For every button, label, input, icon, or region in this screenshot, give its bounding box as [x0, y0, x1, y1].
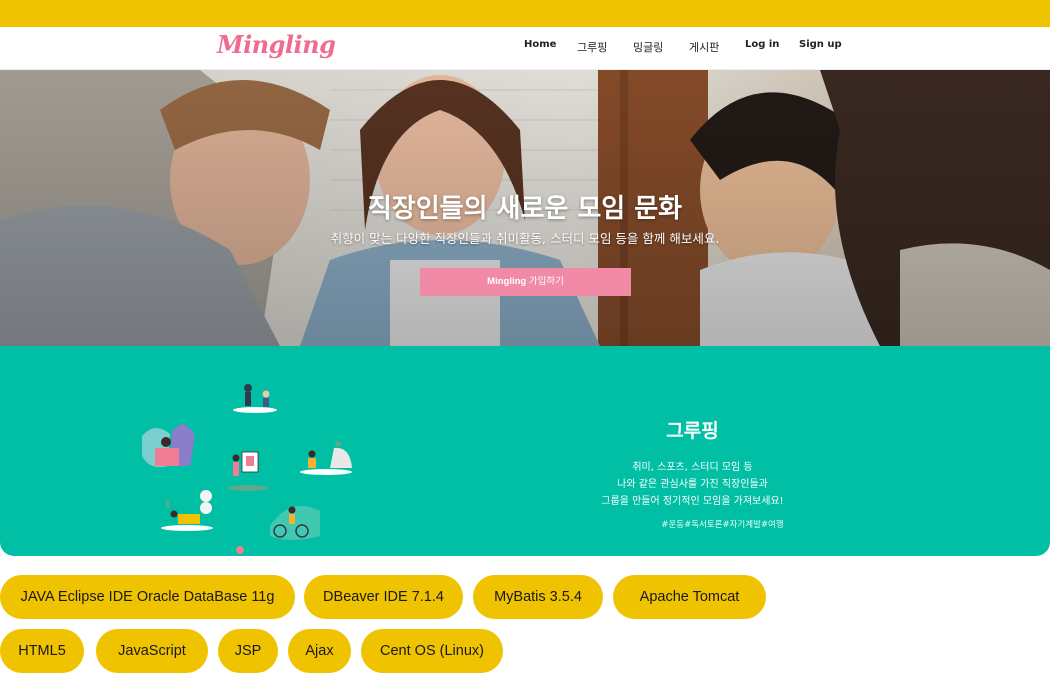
- tech-badge: MyBatis 3.5.4: [473, 575, 603, 619]
- camping-icon: [300, 441, 352, 475]
- grouping-desc-line-2: 나와 같은 관심사를 가진 직장인들과: [617, 479, 768, 490]
- hero-title: 직장인들의 새로운 모임 문화: [367, 194, 683, 224]
- picnic-icon: [161, 490, 213, 531]
- tech-badge: Ajax: [288, 629, 351, 673]
- cta-brand: Mingling: [487, 276, 527, 287]
- top-accent-strip: [0, 0, 1050, 27]
- navbar: Mingling Home 그루핑 밍글링 게시판 Log in Sign up: [0, 27, 1050, 70]
- pin-icon: [236, 546, 244, 554]
- cycling-icon: [270, 506, 320, 540]
- tech-badge: JAVA Eclipse IDE Oracle DataBase 11g: [0, 575, 295, 619]
- cta-label: 가입하기: [528, 276, 564, 287]
- tech-badge: DBeaver IDE 7.1.4: [304, 575, 463, 619]
- painting-person-icon: [228, 451, 268, 491]
- grouping-desc-line-3: 그룹을 만들어 정기적인 모임을 가져보세요!: [601, 496, 784, 507]
- tech-badge: Cent OS (Linux): [361, 629, 503, 673]
- tech-badge: JSP: [218, 629, 278, 673]
- hero-banner: 직장인들의 새로운 모임 문화 취향이 맞는 다양한 직장인들과 취미활동, 스…: [0, 70, 1050, 346]
- hero-subtitle: 취향이 맞는 다양한 직장인들과 취미활동, 스터디 모임 등을 함께 해보세요…: [330, 231, 720, 246]
- grouping-illustration: [142, 384, 352, 554]
- grouping-title: 그루핑: [666, 420, 719, 442]
- tech-badge: JavaScript: [96, 629, 208, 673]
- nav-login[interactable]: Log in: [745, 39, 779, 50]
- grouping-section: 그루핑 취미, 스포츠, 스터디 모임 등 나와 같은 관심사를 가진 직장인들…: [0, 346, 1050, 556]
- nav-board[interactable]: 게시판: [689, 39, 719, 55]
- grouping-desc-line-1: 취미, 스포츠, 스터디 모임 등: [632, 462, 753, 473]
- signup-cta-button[interactable]: Mingling 가입하기: [420, 268, 631, 296]
- chess-figure-icon: [233, 384, 277, 413]
- tech-badge: HTML5: [0, 629, 84, 673]
- nav-home[interactable]: Home: [524, 39, 556, 50]
- nav-grouping[interactable]: 그루핑: [577, 39, 607, 55]
- reading-person-icon: [142, 424, 195, 468]
- nav-links: Home 그루핑 밍글링 게시판 Log in Sign up: [0, 39, 1050, 59]
- nav-mingling[interactable]: 밍글링: [633, 39, 663, 55]
- tech-badge: Apache Tomcat: [613, 575, 766, 619]
- grouping-hashtags: #운동#독서토론#자기계발#여행: [661, 520, 784, 530]
- nav-signup[interactable]: Sign up: [799, 39, 842, 50]
